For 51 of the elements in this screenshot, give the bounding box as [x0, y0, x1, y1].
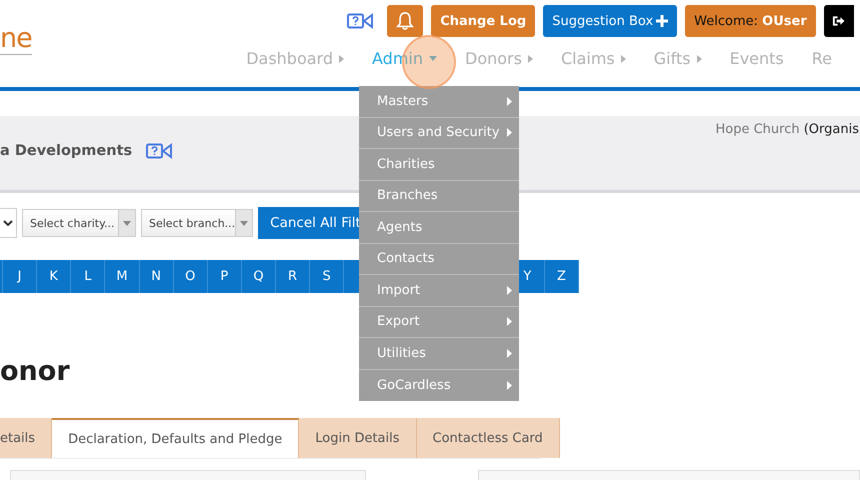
plus-icon: [656, 15, 668, 27]
alphabet-letter[interactable]: M: [105, 260, 140, 293]
caret-icon: [696, 54, 702, 62]
notifications-button[interactable]: [387, 5, 424, 37]
video-help-icon[interactable]: [347, 13, 374, 29]
bell-icon: [396, 11, 414, 31]
video-help-icon[interactable]: [146, 143, 172, 159]
menu-item[interactable]: Utilities: [359, 338, 519, 370]
organisation-name: Hope Church: [715, 122, 800, 137]
tab[interactable]: Declaration, Defaults and Pledge: [52, 418, 300, 458]
alphabet-letter[interactable]: Q: [242, 260, 276, 293]
caret-icon: [429, 56, 438, 61]
organisation-title: a Developments: [0, 143, 132, 159]
select-dropdown[interactable]: [0, 208, 17, 238]
alphabet-letter[interactable]: N: [140, 260, 174, 293]
logo-text[interactable]: ne: [0, 24, 32, 55]
alphabet-letter[interactable]: J: [2, 260, 38, 293]
select-dropdown[interactable]: Select charity...: [22, 209, 136, 237]
alphabet-letter[interactable]: Z: [544, 260, 580, 293]
change-log-button[interactable]: Change Log: [431, 5, 536, 37]
menu-item[interactable]: Contacts: [359, 244, 519, 275]
alphabet-letter[interactable]: O: [174, 260, 208, 293]
alphabet-letter[interactable]: K: [37, 260, 72, 293]
menu-item[interactable]: GoCardless: [359, 370, 519, 401]
caret-icon: [240, 220, 248, 226]
alphabet-letter[interactable]: R: [276, 260, 310, 293]
organisation-type: (Organis: [804, 122, 859, 137]
alphabet-letter[interactable]: L: [71, 260, 106, 293]
caret-icon: [620, 54, 626, 62]
page-title: onor: [0, 355, 70, 389]
tab[interactable]: Contactless Card: [416, 418, 560, 458]
chevron-down-icon: [3, 220, 13, 226]
caret-icon: [123, 220, 131, 226]
menu-item[interactable]: Import: [359, 275, 519, 306]
select-dropdown[interactable]: Select branch...: [141, 209, 254, 237]
menu-item[interactable]: Users and Security: [359, 118, 519, 149]
logout-button[interactable]: [824, 5, 854, 37]
menu-item[interactable]: Masters: [359, 86, 519, 118]
menu-item[interactable]: Branches: [359, 180, 519, 212]
tab[interactable]: etails: [0, 418, 52, 458]
alphabet-letter[interactable]: P: [208, 260, 242, 293]
logout-icon: [832, 15, 845, 27]
suggestion-box-button[interactable]: Suggestion Box: [543, 5, 678, 37]
menu-item[interactable]: Charities: [359, 149, 519, 180]
caret-icon: [528, 54, 533, 62]
menu-item[interactable]: Agents: [359, 212, 519, 244]
caret-icon: [339, 54, 344, 62]
menu-item[interactable]: Export: [359, 306, 519, 338]
tab[interactable]: Login Details: [299, 418, 417, 458]
welcome-user-button[interactable]: Welcome: OUser: [685, 5, 816, 37]
alphabet-letter[interactable]: S: [310, 260, 344, 293]
